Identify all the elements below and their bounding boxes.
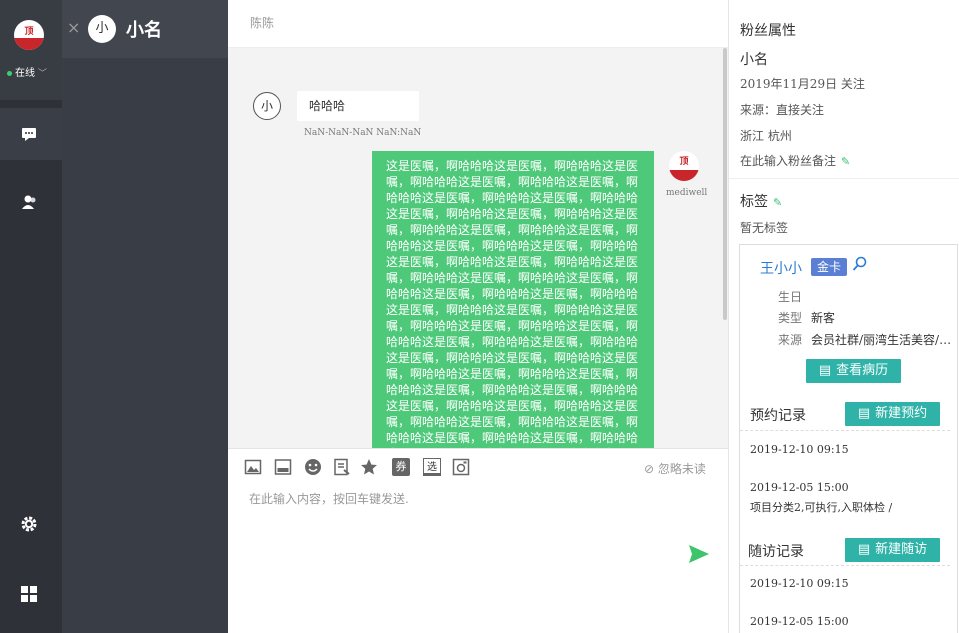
left-nav: 顶 在线 ﹀ (0, 0, 62, 633)
document-icon: ▤ (857, 406, 871, 421)
new-appointment-button[interactable]: ▤ 新建预约 (845, 402, 940, 426)
camera-icon[interactable] (452, 458, 470, 476)
outgoing-message: 这是医嘱，啊哈哈哈这是医嘱，啊哈哈哈这是医嘱，啊哈哈哈这是医嘱，啊哈哈哈这是医嘱… (372, 151, 654, 448)
message-input[interactable]: 在此输入内容，按回车键发送. (249, 490, 409, 507)
image-icon[interactable] (244, 458, 262, 476)
close-icon[interactable]: × (67, 18, 80, 37)
contacts-icon[interactable] (20, 193, 38, 211)
chat-title: 陈陈 (250, 16, 275, 30)
view-records-label: 查看病历 (836, 363, 889, 378)
followup-time: 2019-12-10 09:15 (750, 577, 849, 590)
followups-title: 随访记录 (748, 544, 804, 560)
pencil-icon[interactable]: ✎ (841, 155, 850, 168)
eye-off-icon: ⊘ (644, 462, 655, 476)
field-source-value: 会员社群/丽湾生活美容/6... (811, 333, 957, 347)
appointment-time: 2019-12-10 09:15 (750, 443, 849, 456)
screen-icon[interactable] (274, 458, 292, 476)
divider (740, 565, 950, 566)
divider (729, 178, 959, 179)
followup-time: 2019-12-05 15:00 (750, 615, 849, 628)
status-label: 在线 (15, 68, 35, 79)
star-icon[interactable] (360, 458, 378, 476)
brand-logo[interactable]: 顶 (14, 20, 44, 50)
tags-empty: 暂无标签 (740, 221, 789, 235)
nav-profile-area (0, 0, 62, 100)
chevron-down-icon: ﹀ (38, 69, 48, 79)
fan-info-panel: 粉丝属性 小名 2019年11月29日 关注 来源：直接关注 浙江 杭州 在此输… (728, 0, 959, 633)
chat-panel: 陈陈 小 哈哈哈 NaN-NaN-NaN NaN:NaN 这是医嘱，啊哈哈哈这是… (228, 0, 728, 633)
pencil-icon[interactable]: ✎ (773, 196, 782, 209)
fan-source: 来源：直接关注 (740, 103, 825, 117)
contact-list: × 小 小名 (62, 0, 228, 633)
scrollbar[interactable] (723, 48, 727, 320)
search-icon[interactable] (852, 256, 868, 276)
field-type-key: 类型 (778, 311, 803, 325)
fan-title: 粉丝属性 (740, 23, 796, 39)
outgoing-avatar-text: 顶 (679, 157, 689, 167)
contact-name: 小名 (126, 20, 162, 41)
fan-note-placeholder: 在此输入粉丝备注 (740, 154, 837, 168)
fan-followed: 2019年11月29日 关注 (740, 77, 865, 91)
tags-header: 标签 ✎ (740, 191, 782, 211)
appointments-title: 预约记录 (750, 408, 806, 424)
field-type-value: 新客 (811, 311, 836, 325)
sender-name: mediwell (666, 188, 708, 198)
document-icon[interactable] (333, 458, 351, 476)
appointment-detail: 项目分类2,可执行,入职体检 / (750, 501, 893, 514)
fan-location: 浙江 杭州 (740, 129, 792, 143)
avatar: 小 (88, 15, 116, 43)
field-source-key: 来源 (778, 333, 803, 347)
incoming-avatar: 小 (253, 92, 281, 120)
new-appointment-label: 新建预约 (875, 406, 928, 421)
incoming-message: 哈哈哈 (297, 91, 419, 121)
input-toolbar: 券 选 ⊘ 忽略未读 (228, 448, 728, 488)
member-level-badge: 金卡 (811, 258, 848, 276)
gear-icon[interactable] (20, 515, 38, 533)
appointment-time: 2019-12-05 15:00 (750, 481, 849, 494)
member-name[interactable]: 王小小 (760, 258, 802, 278)
ignore-unread-button[interactable]: ⊘ 忽略未读 (644, 460, 706, 477)
message-time: NaN-NaN-NaN NaN:NaN (304, 128, 422, 138)
logo-text: 顶 (24, 27, 34, 37)
grid-icon[interactable] (20, 585, 38, 603)
coupon-button[interactable]: 券 (392, 458, 410, 476)
new-followup-label: 新建随访 (875, 542, 928, 557)
member-card: 王小小 金卡 生日 类型 新客 来源 会员社群/丽湾生活美容/6... ▤ 查看病… (739, 244, 958, 633)
message-list[interactable]: 小 哈哈哈 NaN-NaN-NaN NaN:NaN 这是医嘱，啊哈哈哈这是医嘱，… (228, 48, 728, 448)
document-icon: ▤ (818, 363, 832, 378)
fan-name: 小名 (740, 52, 768, 68)
active-contact[interactable]: × 小 小名 (62, 0, 228, 58)
outgoing-avatar: 顶 (669, 151, 699, 181)
ignore-unread-label: 忽略未读 (657, 462, 706, 476)
new-followup-button[interactable]: ▤ 新建随访 (845, 538, 940, 562)
chat-icon[interactable] (20, 125, 38, 143)
tags-title: 标签 (740, 194, 768, 210)
select-button[interactable]: 选 (423, 458, 441, 476)
send-icon[interactable] (688, 543, 710, 571)
document-icon: ▤ (857, 542, 871, 557)
view-records-button[interactable]: ▤ 查看病历 (806, 359, 901, 383)
field-birthday-key: 生日 (778, 290, 803, 304)
divider (740, 430, 950, 431)
fan-note[interactable]: 在此输入粉丝备注 ✎ (740, 152, 850, 169)
emoji-icon[interactable] (304, 458, 322, 476)
status-dot (7, 70, 12, 76)
online-status[interactable]: 在线 ﹀ (7, 64, 47, 79)
